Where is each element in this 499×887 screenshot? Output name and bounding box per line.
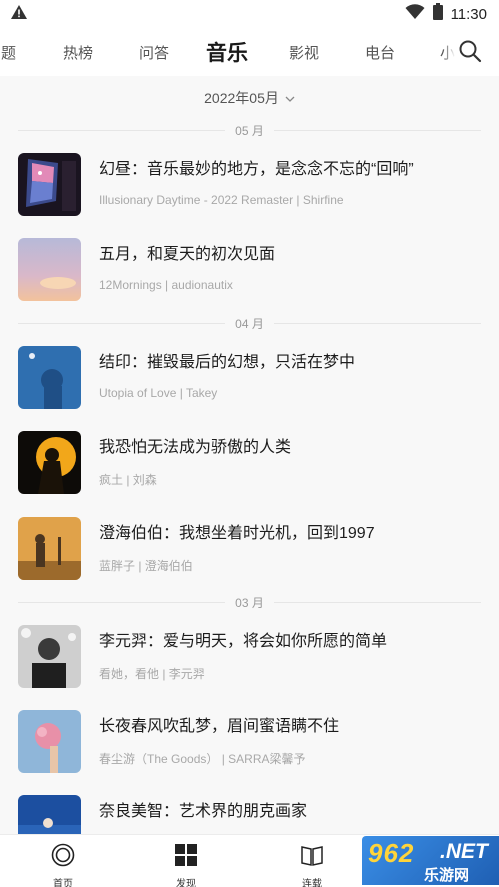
tab-hot-list[interactable]: 热榜	[63, 28, 93, 76]
item-title: 五月，和夏天的初次见面	[99, 246, 276, 263]
item-subtitle: 看她，看他 | 李元羿	[99, 667, 205, 681]
list-item[interactable]: 长夜春风吹乱梦，眉间蜜语瞒不住 春尘游（The Goods） | SARRA梁馨…	[0, 710, 499, 782]
cover-image	[18, 238, 81, 301]
item-title: 长夜春风吹乱梦，眉间蜜语瞒不住	[99, 718, 340, 735]
month-divider-label: 05 月	[235, 123, 264, 138]
nav-serial-label: 连载	[302, 879, 322, 887]
nav-discover[interactable]: 发现	[146, 835, 226, 887]
cover-image	[18, 625, 81, 688]
cover-image	[18, 795, 81, 834]
tab-fade	[443, 28, 455, 76]
category-tab-bar: 专题 热榜 问答 音乐 影视 电台 小	[0, 28, 499, 76]
item-title: 幻昼：音乐最妙的地方，是念念不忘的“回响”	[99, 161, 414, 178]
tab-music[interactable]: 音乐	[206, 28, 248, 76]
watermark-number: 962	[368, 838, 415, 868]
status-time: 11:30	[450, 5, 487, 23]
tab-radio[interactable]: 电台	[365, 28, 395, 76]
list-item[interactable]: 李元羿：爱与明天，将会如你所愿的简单 看她，看他 | 李元羿	[0, 625, 499, 697]
search-button[interactable]	[455, 38, 485, 68]
item-subtitle: 疯土 | 刘森	[99, 473, 157, 487]
cover-image	[18, 517, 81, 580]
month-divider-label: 04 月	[235, 316, 264, 331]
cover-image	[18, 346, 81, 409]
list-item[interactable]: 幻昼：音乐最妙的地方，是念念不忘的“回响” Illusionary Daytim…	[0, 153, 499, 225]
chevron-down-icon	[285, 90, 295, 106]
cover-image	[18, 710, 81, 773]
list-item[interactable]: 五月，和夏天的初次见面 12Mornings | audionautix	[0, 238, 499, 310]
nav-serial[interactable]: 连载	[272, 835, 352, 887]
item-subtitle: 春尘游（The Goods） | SARRA梁馨予	[99, 752, 306, 766]
tab-qa[interactable]: 问答	[139, 28, 169, 76]
search-icon	[458, 39, 482, 68]
month-picker[interactable]: 2022年05月	[0, 86, 499, 110]
tab-film[interactable]: 影视	[289, 28, 319, 76]
list-item[interactable]: 奈良美智：艺术界的朋克画家	[0, 795, 499, 834]
item-title: 澄海伯伯：我想坐着时光机，回到1997	[99, 525, 375, 542]
month-picker-label: 2022年05月	[204, 90, 279, 106]
music-feed[interactable]: 2022年05月 05 月 幻昼：音乐最妙的地方，是念念不忘的“回响” Illu…	[0, 76, 499, 834]
tab-topics[interactable]: 专题	[0, 28, 16, 76]
item-title: 奈良美智：艺术界的朋克画家	[99, 803, 308, 820]
wifi-icon	[405, 3, 425, 25]
list-item[interactable]: 结印：摧毁最后的幻想，只活在梦中 Utopia of Love | Takey	[0, 346, 499, 418]
home-icon	[51, 843, 75, 872]
month-divider: 04 月	[18, 315, 481, 331]
cover-image	[18, 153, 81, 216]
nav-home-label: 首页	[53, 879, 73, 887]
watermark-cn: 乐游网	[424, 867, 470, 884]
warning-icon	[10, 4, 28, 25]
watermark-suffix: .NET	[440, 840, 488, 863]
item-title: 结印：摧毁最后的幻想，只活在梦中	[99, 354, 356, 371]
book-icon	[300, 843, 324, 872]
list-item[interactable]: 澄海伯伯：我想坐着时光机，回到1997 蓝胖子 | 澄海伯伯	[0, 517, 499, 589]
site-watermark: 962 .NET 乐游网	[362, 836, 499, 885]
grid-icon	[174, 843, 198, 872]
status-bar: 11:30	[0, 0, 499, 28]
item-subtitle: 12Mornings | audionautix	[99, 278, 233, 292]
list-item[interactable]: 我恐怕无法成为骄傲的人类 疯土 | 刘森	[0, 431, 499, 503]
item-subtitle: 蓝胖子 | 澄海伯伯	[99, 559, 193, 573]
nav-home[interactable]: 首页	[23, 835, 103, 887]
item-subtitle: Illusionary Daytime - 2022 Remaster | Sh…	[99, 193, 344, 207]
item-subtitle: Utopia of Love | Takey	[99, 386, 218, 400]
month-divider: 03 月	[18, 594, 481, 610]
month-divider: 05 月	[18, 122, 481, 138]
battery-icon	[432, 3, 443, 25]
item-title: 我恐怕无法成为骄傲的人类	[99, 439, 292, 456]
nav-discover-label: 发现	[176, 879, 196, 887]
month-divider-label: 03 月	[235, 595, 264, 610]
cover-image	[18, 431, 81, 494]
item-title: 李元羿：爱与明天，将会如你所愿的简单	[99, 633, 388, 650]
